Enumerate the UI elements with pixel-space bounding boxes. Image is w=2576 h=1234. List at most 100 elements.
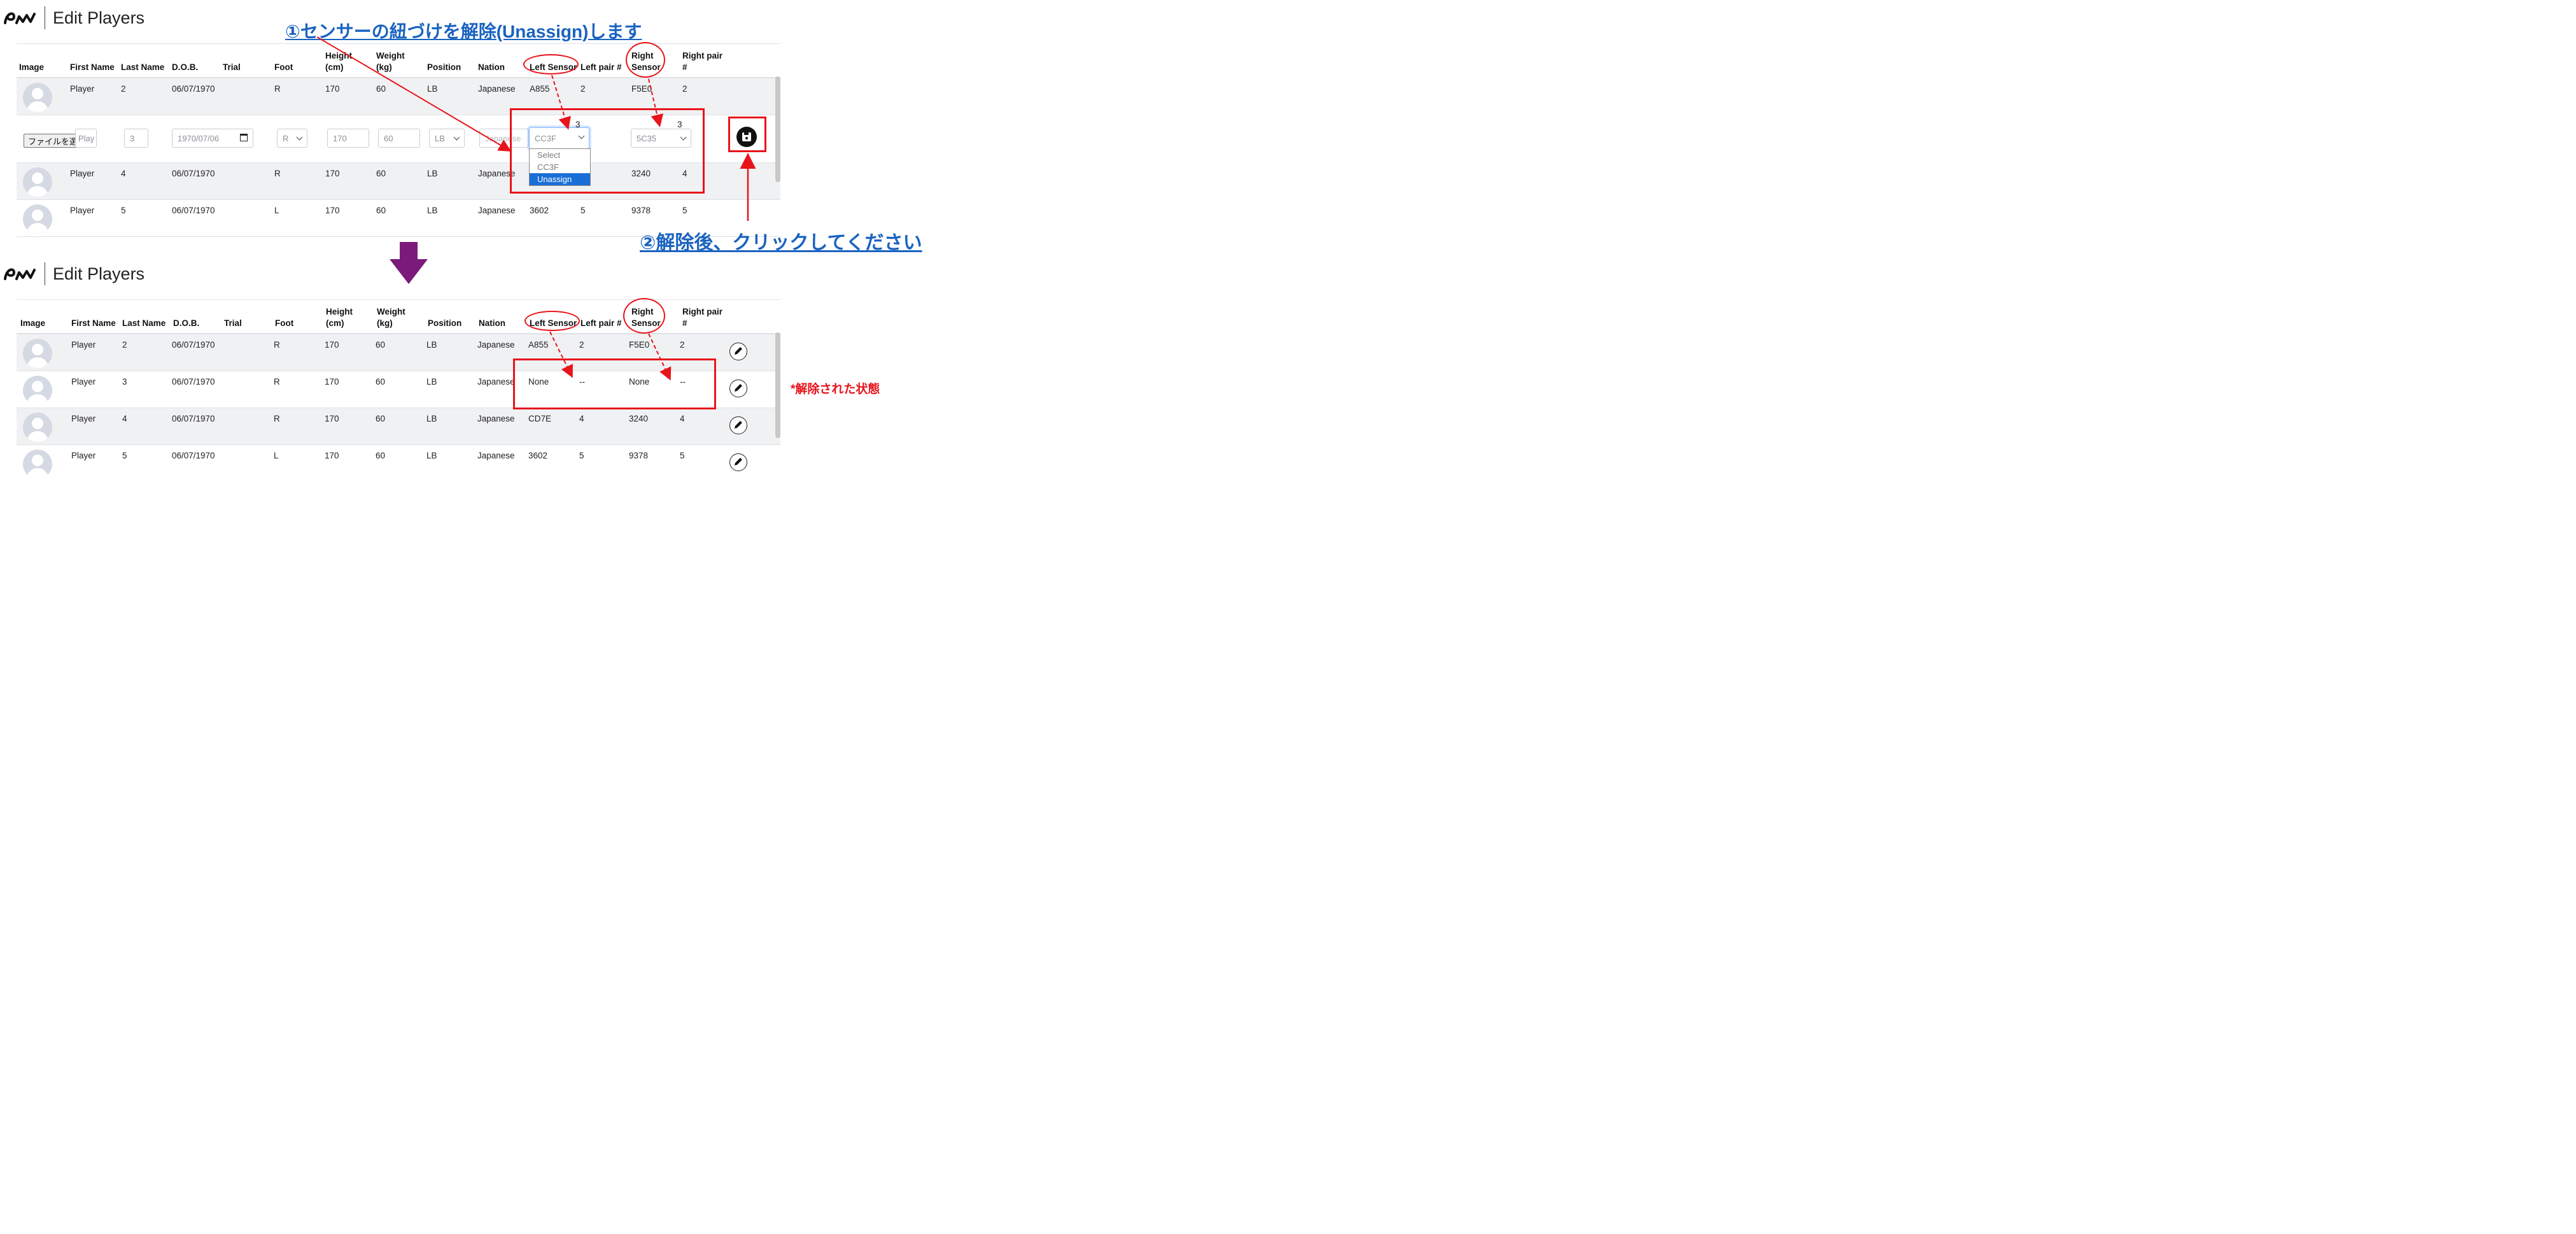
table-header: Image First Name Last Name D.O.B. Trial … bbox=[17, 300, 780, 334]
cell-last-name: 5 bbox=[121, 206, 126, 215]
col-weight: Weight (kg) bbox=[377, 306, 405, 329]
annotation-unassigned-note: *解除された状態 bbox=[791, 383, 880, 396]
cell-left-pair: 5 bbox=[579, 451, 584, 460]
foot-select[interactable]: R bbox=[277, 129, 307, 148]
app-header: Edit Players bbox=[4, 4, 144, 32]
cell-nation: Japanese bbox=[478, 206, 516, 215]
col-first-name: First Name bbox=[70, 62, 115, 72]
col-left-pair: Left pair # bbox=[581, 318, 622, 328]
cell-weight: 60 bbox=[376, 414, 386, 423]
last-name-input[interactable]: 3 bbox=[124, 129, 148, 148]
col-foot: Foot bbox=[275, 318, 294, 328]
cell-dob: 06/07/1970 bbox=[172, 451, 215, 460]
cell-left-sensor: 3602 bbox=[528, 451, 548, 460]
cell-dob: 06/07/1970 bbox=[172, 414, 215, 423]
cell-right-sensor: 9378 bbox=[631, 206, 651, 215]
col-image: Image bbox=[19, 62, 45, 72]
cell-last-name: 4 bbox=[122, 414, 127, 423]
col-nation: Nation bbox=[478, 62, 505, 72]
avatar-placeholder-icon bbox=[23, 204, 52, 234]
dob-input[interactable]: 1970/07/06 bbox=[172, 129, 253, 148]
cell-last-name: 5 bbox=[122, 451, 127, 460]
col-right-pair-line2: # bbox=[682, 318, 687, 328]
position-select-value: LB bbox=[435, 133, 445, 143]
edit-button[interactable] bbox=[729, 379, 747, 397]
cell-left-pair: 5 bbox=[581, 206, 586, 215]
cell-right-sensor: F5E0 bbox=[629, 340, 650, 350]
chevron-down-icon bbox=[453, 134, 460, 141]
col-image: Image bbox=[20, 318, 46, 328]
cell-left-sensor: A855 bbox=[530, 84, 550, 94]
cell-first-name: Player bbox=[70, 206, 95, 215]
cell-nation: Japanese bbox=[477, 414, 515, 423]
table-scrollbar[interactable] bbox=[775, 76, 780, 182]
cell-dob: 06/07/1970 bbox=[172, 377, 215, 387]
cell-left-sensor: A855 bbox=[528, 340, 549, 350]
cell-left-pair: 4 bbox=[579, 414, 584, 423]
cell-foot: R bbox=[274, 414, 280, 423]
dob-value: 1970/07/06 bbox=[178, 133, 220, 143]
col-left-pair: Left pair # bbox=[581, 62, 622, 72]
cell-foot: L bbox=[274, 206, 279, 215]
table-scrollbar[interactable] bbox=[775, 332, 780, 438]
cell-left-pair: 2 bbox=[579, 340, 584, 350]
col-dob: D.O.B. bbox=[173, 318, 200, 328]
cell-last-name: 4 bbox=[121, 169, 126, 178]
app-header: Edit Players bbox=[4, 260, 144, 288]
col-dob: D.O.B. bbox=[172, 62, 199, 72]
position-select[interactable]: LB bbox=[429, 129, 465, 148]
cell-foot: L bbox=[274, 451, 279, 460]
first-name-input[interactable]: Play bbox=[75, 129, 97, 148]
cell-nation: Japanese bbox=[477, 340, 515, 350]
cell-last-name: 3 bbox=[122, 377, 127, 387]
app-logo bbox=[4, 6, 39, 29]
col-weight-line2: (kg) bbox=[377, 318, 393, 328]
cell-left-sensor: CD7E bbox=[528, 414, 552, 423]
cell-weight: 60 bbox=[376, 206, 386, 215]
table-row: Player 4 06/07/1970 R 170 60 LB Japanese… bbox=[17, 408, 780, 445]
weight-input[interactable]: 60 bbox=[378, 129, 420, 148]
cell-nation: Japanese bbox=[477, 451, 515, 460]
cell-foot: R bbox=[274, 169, 281, 178]
calendar-icon[interactable] bbox=[240, 134, 248, 141]
col-height-line1: Height bbox=[325, 51, 352, 60]
pencil-icon bbox=[735, 421, 742, 429]
cell-foot: R bbox=[274, 340, 280, 350]
col-last-name: Last Name bbox=[122, 318, 166, 328]
col-height: Height (cm) bbox=[326, 306, 353, 329]
avatar-placeholder-icon bbox=[23, 339, 52, 368]
cell-foot: R bbox=[274, 84, 281, 94]
highlight-ellipse-right-sensor bbox=[626, 42, 665, 78]
cell-first-name: Player bbox=[70, 169, 95, 178]
cell-position: LB bbox=[427, 169, 438, 178]
edit-button[interactable] bbox=[729, 416, 747, 434]
page-title: Edit Players bbox=[53, 8, 145, 27]
col-last-name: Last Name bbox=[121, 62, 165, 72]
cell-dob: 06/07/1970 bbox=[172, 169, 215, 178]
col-height-line1: Height bbox=[326, 307, 353, 316]
highlight-box-save bbox=[728, 117, 766, 152]
cell-first-name: Player bbox=[71, 451, 96, 460]
chevron-down-icon bbox=[296, 134, 303, 141]
height-input[interactable]: 170 bbox=[327, 129, 369, 148]
col-right-pair: Right pair # bbox=[682, 50, 722, 73]
edit-button[interactable] bbox=[729, 453, 747, 471]
col-right-pair-line1: Right pair bbox=[682, 51, 722, 60]
col-first-name: First Name bbox=[71, 318, 116, 328]
cell-left-sensor: 3602 bbox=[530, 206, 549, 215]
col-trial: Trial bbox=[224, 318, 242, 328]
cell-position: LB bbox=[426, 414, 437, 423]
cell-position: LB bbox=[426, 340, 437, 350]
cell-weight: 60 bbox=[376, 451, 386, 460]
cell-right-sensor: 3240 bbox=[629, 414, 649, 423]
cell-position: LB bbox=[426, 377, 437, 387]
cell-right-sensor: F5E0 bbox=[631, 84, 652, 94]
cell-right-pair: 4 bbox=[680, 414, 685, 423]
cell-right-pair: 2 bbox=[682, 84, 687, 94]
pencil-icon bbox=[735, 384, 742, 392]
highlight-ellipse-left-sensor bbox=[523, 54, 579, 74]
cell-weight: 60 bbox=[376, 84, 386, 94]
edit-button[interactable] bbox=[729, 343, 747, 360]
cell-height: 170 bbox=[325, 206, 340, 215]
avatar-placeholder-icon bbox=[23, 167, 52, 197]
